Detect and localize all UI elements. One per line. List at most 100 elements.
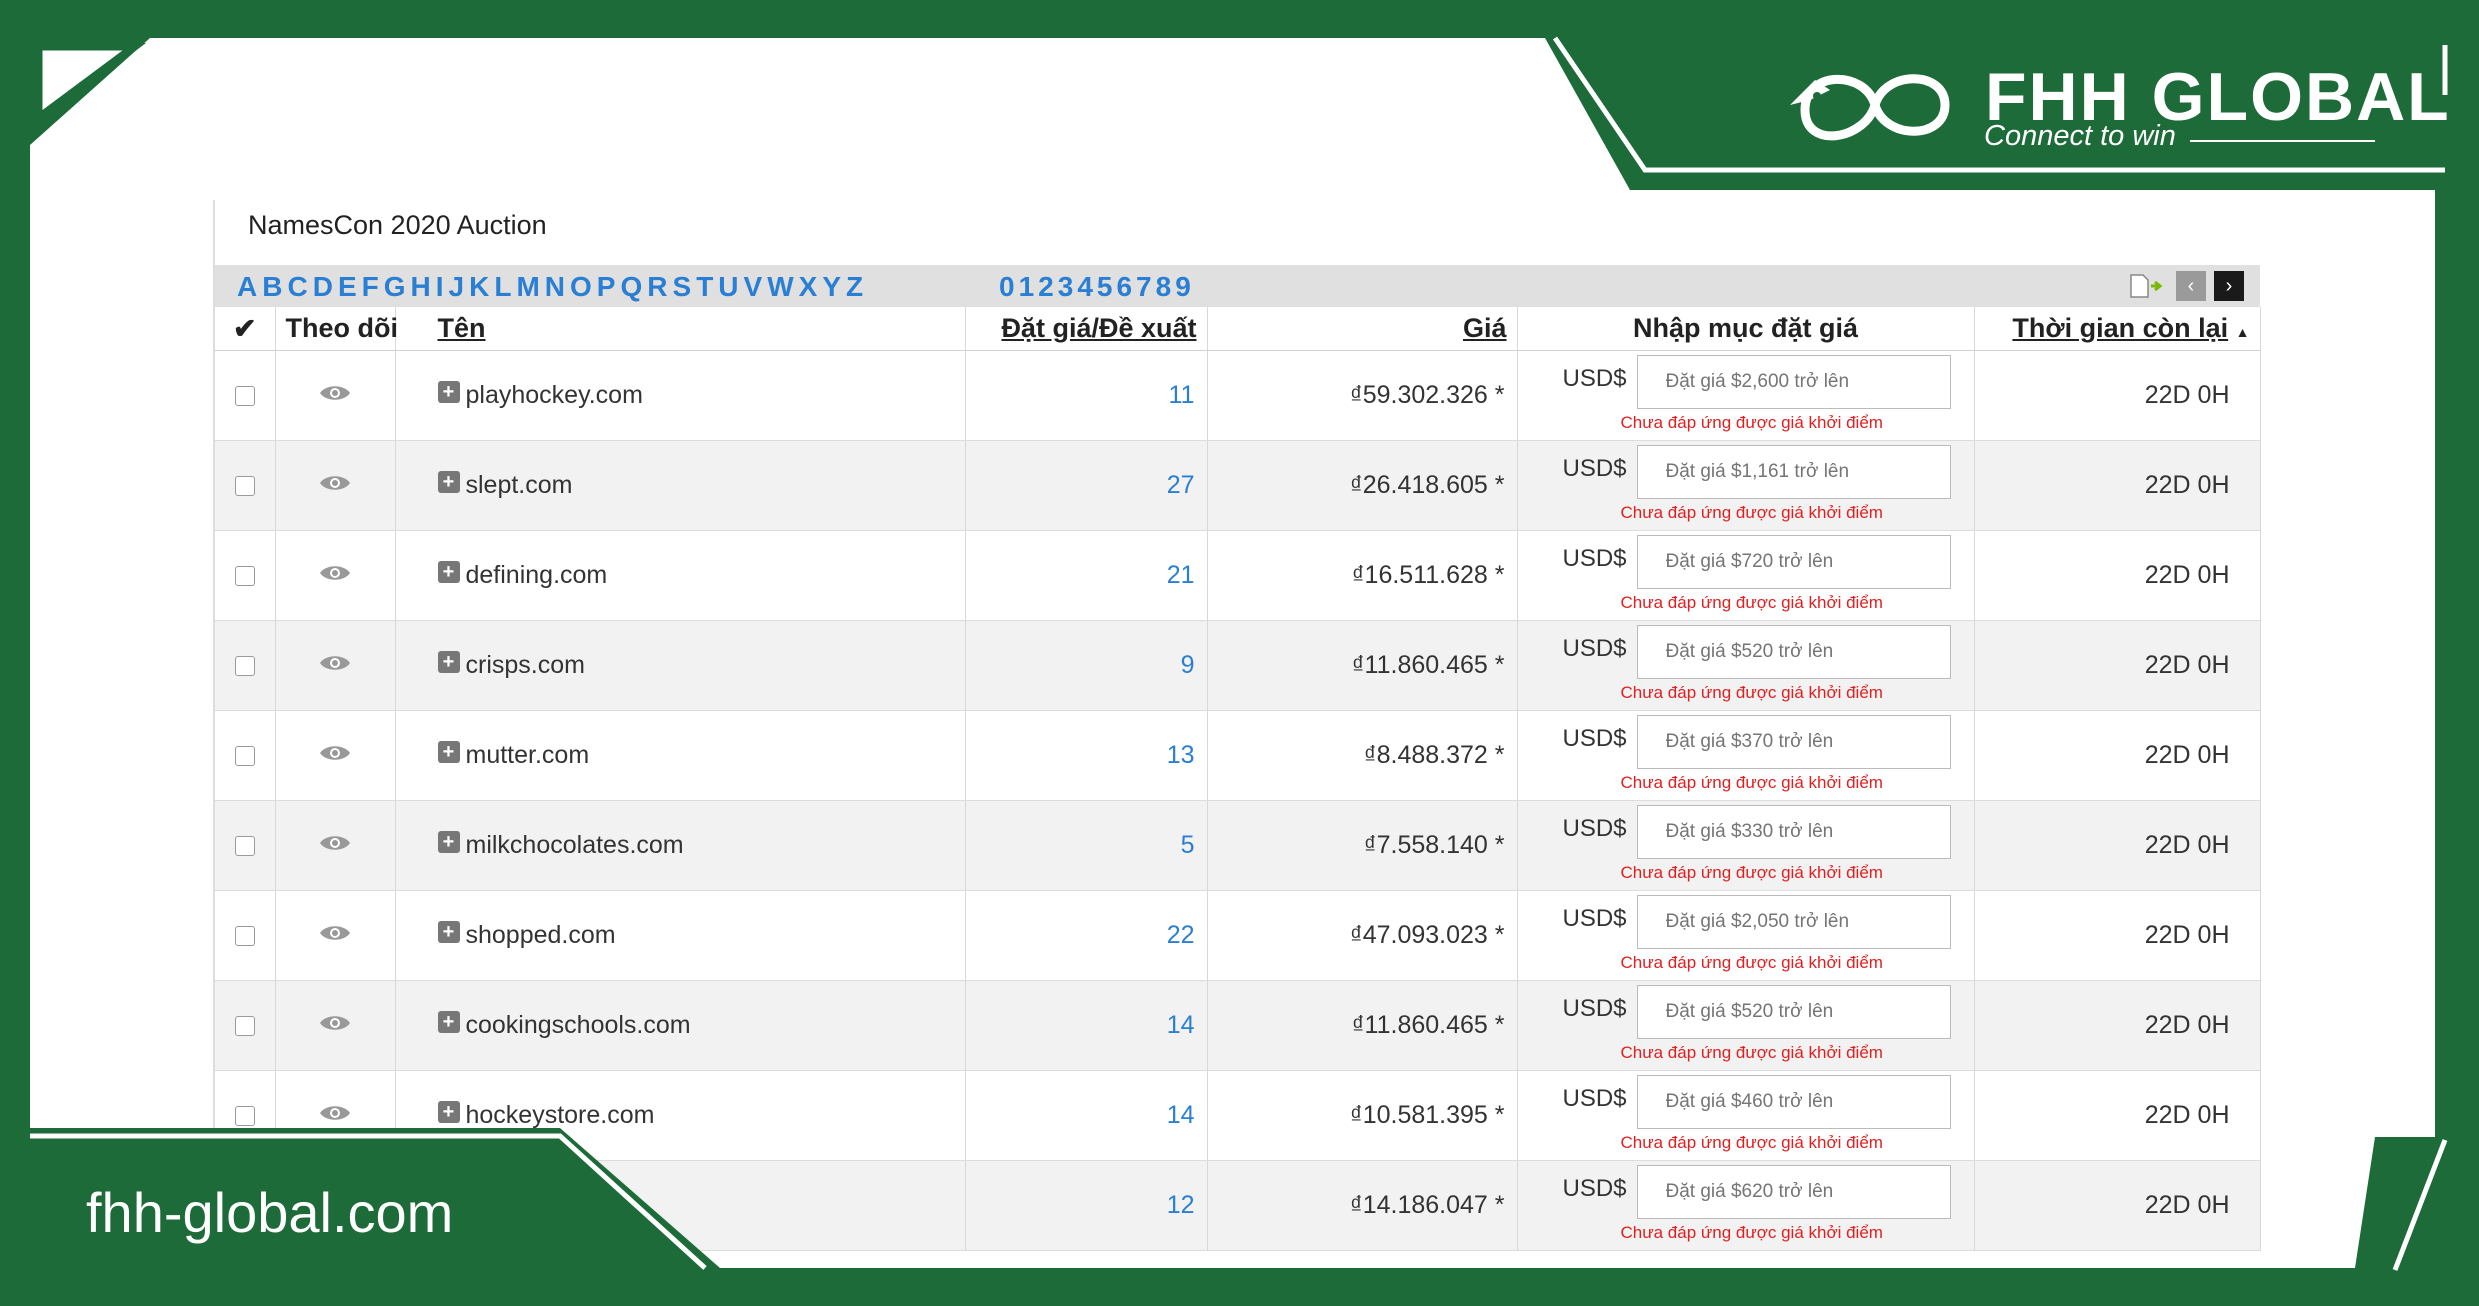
letter-link[interactable]: N <box>545 271 565 303</box>
digit-link[interactable]: 8 <box>1156 271 1172 303</box>
bid-amount-input[interactable] <box>1636 985 1951 1039</box>
bid-amount-input[interactable] <box>1636 805 1951 859</box>
domain-name[interactable]: cookingschools.com <box>466 1011 691 1039</box>
bid-amount-input[interactable] <box>1636 535 1951 589</box>
bid-count[interactable]: 11 <box>1169 381 1195 409</box>
domain-name[interactable]: defining.com <box>466 561 608 589</box>
eye-icon[interactable] <box>318 651 352 671</box>
bid-amount-input[interactable] <box>1636 445 1951 499</box>
letter-link[interactable]: Y <box>822 271 841 303</box>
row-checkbox[interactable] <box>234 386 255 407</box>
row-checkbox[interactable] <box>234 926 255 947</box>
letter-link[interactable]: U <box>718 271 738 303</box>
letter-link[interactable]: C <box>287 271 307 303</box>
letter-link[interactable]: Q <box>620 271 642 303</box>
next-page-icon[interactable]: › <box>2214 271 2244 301</box>
expand-icon[interactable]: + <box>437 561 460 583</box>
row-checkbox[interactable] <box>234 836 255 857</box>
letter-link[interactable]: E <box>338 271 357 303</box>
letter-link[interactable]: P <box>597 271 616 303</box>
eye-icon[interactable] <box>318 1101 352 1121</box>
letter-link[interactable]: Z <box>846 271 863 303</box>
letter-link[interactable]: G <box>384 271 406 303</box>
digit-link[interactable]: 9 <box>1175 271 1191 303</box>
eye-icon[interactable] <box>318 381 352 401</box>
bid-amount-input[interactable] <box>1636 715 1951 769</box>
expand-icon[interactable]: + <box>437 1011 460 1033</box>
select-all-header[interactable]: ✔ <box>215 307 276 351</box>
expand-icon[interactable]: + <box>437 651 460 673</box>
bid-count[interactable]: 12 <box>1167 1191 1195 1219</box>
bid-count[interactable]: 14 <box>1167 1101 1195 1129</box>
letter-link[interactable]: F <box>362 271 379 303</box>
letter-link[interactable]: A <box>237 271 257 303</box>
expand-icon[interactable]: + <box>437 831 460 853</box>
digit-link[interactable]: 3 <box>1058 271 1074 303</box>
domain-name[interactable]: milkchocolates.com <box>466 831 684 859</box>
domain-name[interactable]: mutter.com <box>466 741 590 769</box>
letter-link[interactable]: D <box>313 271 333 303</box>
letter-link[interactable]: K <box>469 271 489 303</box>
bid-count[interactable]: 21 <box>1167 561 1195 589</box>
row-checkbox[interactable] <box>234 1106 255 1127</box>
eye-icon[interactable] <box>318 741 352 761</box>
digit-link[interactable]: 6 <box>1116 271 1132 303</box>
bid-amount-input[interactable] <box>1636 625 1951 679</box>
digit-link[interactable]: 0 <box>999 271 1015 303</box>
domain-name[interactable]: shopped.com <box>466 921 616 949</box>
bid-amount-input[interactable] <box>1636 1075 1951 1129</box>
letter-link[interactable]: S <box>673 271 692 303</box>
letter-link[interactable]: M <box>516 271 539 303</box>
letter-link[interactable]: L <box>494 271 511 303</box>
bids-header[interactable]: Đặt giá/Đề xuất <box>965 307 1208 351</box>
letter-link[interactable]: V <box>744 271 763 303</box>
letter-link[interactable]: B <box>262 271 282 303</box>
row-checkbox[interactable] <box>234 1016 255 1037</box>
eye-icon[interactable] <box>318 471 352 491</box>
price-header[interactable]: Giá <box>1207 307 1518 351</box>
domain-name[interactable]: crisps.com <box>466 651 585 679</box>
letter-link[interactable]: R <box>647 271 667 303</box>
prev-page-icon[interactable]: ‹ <box>2176 271 2206 301</box>
expand-icon[interactable]: + <box>437 741 460 763</box>
bid-count[interactable]: 9 <box>1181 651 1195 679</box>
row-checkbox[interactable] <box>234 566 255 587</box>
bid-count[interactable]: 13 <box>1167 741 1195 769</box>
price-header-label[interactable]: Giá <box>1463 313 1507 343</box>
bid-count[interactable]: 14 <box>1167 1011 1195 1039</box>
bid-count[interactable]: 5 <box>1181 831 1195 859</box>
row-checkbox[interactable] <box>234 476 255 497</box>
eye-icon[interactable] <box>318 921 352 941</box>
domain-name[interactable]: slept.com <box>466 471 573 499</box>
letter-link[interactable]: X <box>799 271 818 303</box>
time-left-header[interactable]: Thời gian còn lại ▲ <box>1974 307 2261 351</box>
digit-link[interactable]: 4 <box>1077 271 1093 303</box>
digit-link[interactable]: 1 <box>1019 271 1035 303</box>
bid-count[interactable]: 27 <box>1167 471 1195 499</box>
eye-icon[interactable] <box>318 831 352 851</box>
digit-link[interactable]: 2 <box>1038 271 1054 303</box>
bids-header-label[interactable]: Đặt giá/Đề xuất <box>1001 313 1196 343</box>
domain-name[interactable]: playhockey.com <box>466 381 643 409</box>
bid-amount-input[interactable] <box>1636 895 1951 949</box>
digit-link[interactable]: 7 <box>1136 271 1152 303</box>
bid-count[interactable]: 22 <box>1167 921 1195 949</box>
expand-icon[interactable]: + <box>437 471 460 493</box>
bid-amount-input[interactable] <box>1636 1165 1951 1219</box>
row-checkbox[interactable] <box>234 746 255 767</box>
expand-icon[interactable]: + <box>437 921 460 943</box>
export-icon[interactable] <box>2126 271 2168 301</box>
eye-icon[interactable] <box>318 561 352 581</box>
time-left-header-label[interactable]: Thời gian còn lại <box>2012 313 2228 343</box>
bid-amount-input[interactable] <box>1636 355 1951 409</box>
eye-icon[interactable] <box>318 1011 352 1031</box>
letter-link[interactable]: I <box>436 271 444 303</box>
row-checkbox[interactable] <box>234 656 255 677</box>
letter-link[interactable]: H <box>411 271 431 303</box>
letter-link[interactable]: T <box>696 271 713 303</box>
expand-icon[interactable]: + <box>437 381 460 403</box>
name-header-label[interactable]: Tên <box>438 313 486 343</box>
letter-link[interactable]: J <box>449 271 465 303</box>
name-header[interactable]: Tên <box>395 307 966 351</box>
letter-link[interactable]: O <box>570 271 592 303</box>
